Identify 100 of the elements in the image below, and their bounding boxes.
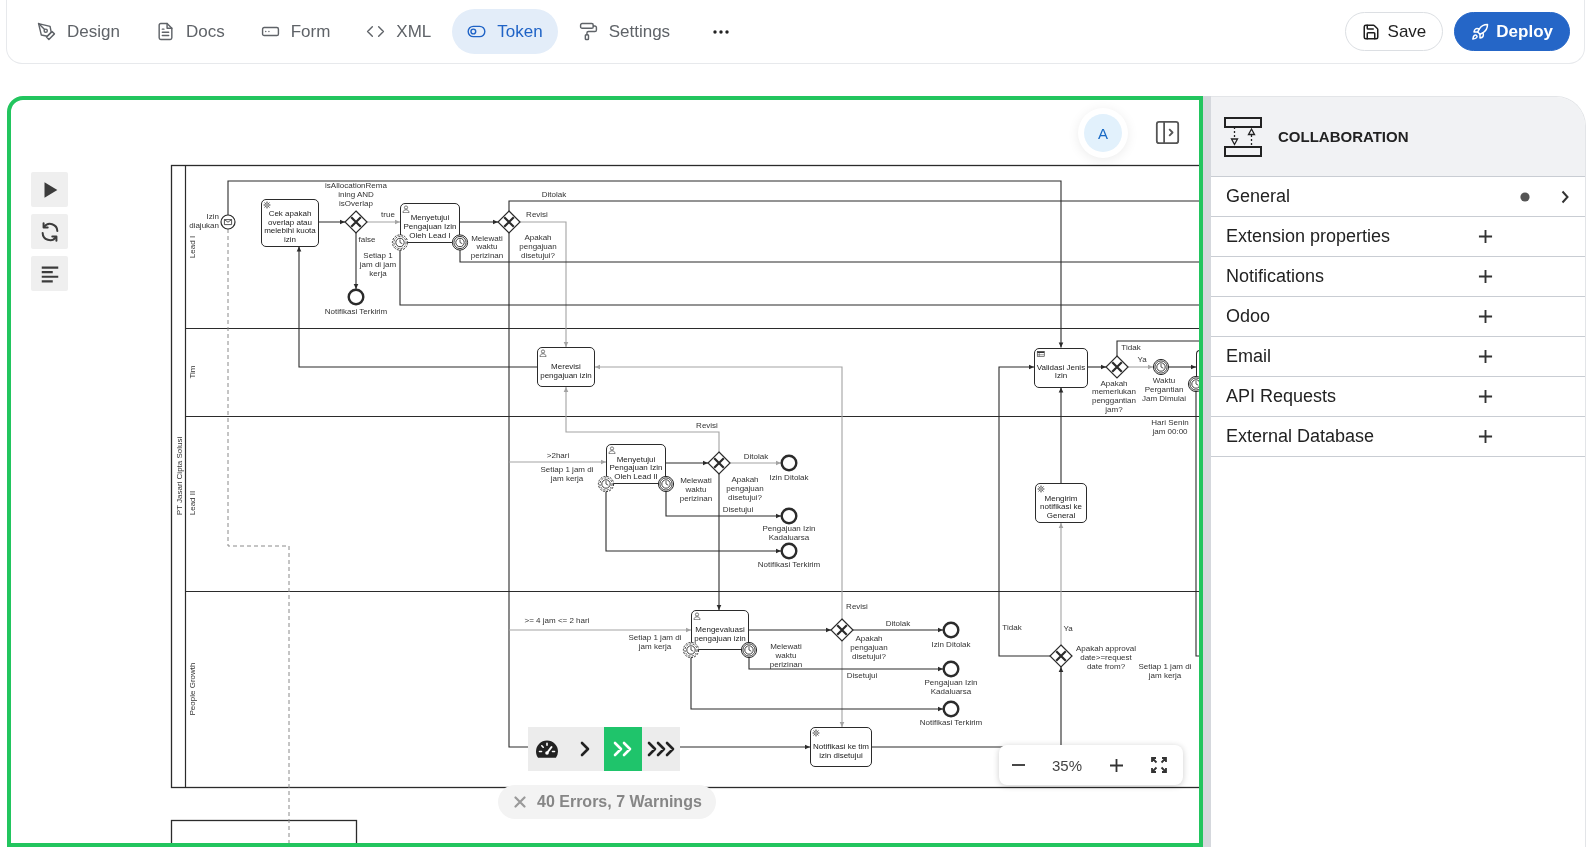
- task-label: Mengevaluasi pengajuan izin: [694, 625, 746, 643]
- flow-label: Ya: [1063, 624, 1073, 633]
- task-label: Validasi Jenis Izin: [1036, 362, 1086, 381]
- task-label: Cek apakah overlap atau melebihi kuota izin: [264, 208, 316, 245]
- gateway-label: Apakah memerlukan penggantian jam?: [1091, 378, 1136, 414]
- expand-icon: [1151, 757, 1167, 773]
- timer-event-icon: [1152, 358, 1170, 376]
- flow-label: Disetujui: [846, 671, 878, 680]
- tab[interactable]: Design: [22, 9, 135, 54]
- property-group[interactable]: Extension properties: [1211, 217, 1585, 257]
- rocket-icon: [1471, 22, 1490, 41]
- flow-label: >= 4 jam <= 2 hari: [524, 616, 590, 625]
- event-label: Pengajuan Izin Kadaluarsa: [762, 524, 816, 542]
- minus-icon: [1011, 764, 1025, 766]
- task-label: Menyetujui Pengajuan Izin Oleh Lead I: [403, 213, 457, 240]
- property-group[interactable]: External Database: [1211, 417, 1585, 457]
- event-label: Melewati waktu perizinan: [679, 476, 713, 503]
- close-icon: [514, 796, 526, 808]
- panel-toggle-button[interactable]: [1154, 119, 1181, 146]
- event-label: Izin Ditolak: [769, 473, 809, 482]
- event-label: Melewati waktu perizinan: [470, 233, 504, 261]
- task-label: Mengirim notifikasi ke General: [1040, 493, 1082, 521]
- event-label: Izin diajukan: [189, 212, 219, 230]
- tab[interactable]: Token: [452, 9, 558, 54]
- event-label: Hari Senin jam 00:00: [1151, 418, 1189, 436]
- property-group[interactable]: Email: [1211, 337, 1585, 377]
- plus-icon: [1477, 269, 1493, 284]
- property-group[interactable]: API Requests: [1211, 377, 1585, 417]
- flow-label: Ya: [1137, 355, 1147, 364]
- tab[interactable]: Docs: [140, 9, 240, 54]
- tab[interactable]: XML: [351, 9, 447, 54]
- end-event-icon: [942, 660, 960, 678]
- run-button[interactable]: [31, 172, 68, 207]
- document-icon: [155, 22, 175, 41]
- gateway-label: Apakah pengajuan disetujui?: [850, 634, 888, 661]
- chevron-right-icon: [1561, 189, 1569, 204]
- deploy-button[interactable]: Deploy: [1454, 12, 1570, 51]
- sidebar-icon: [1154, 119, 1181, 146]
- event-label: Setiap 1 jam di jam kerja: [359, 251, 397, 278]
- flow-label: false: [358, 235, 376, 244]
- flow-label: Disetujui: [722, 504, 754, 514]
- property-group[interactable]: General: [1211, 177, 1585, 217]
- event-label: Setiap 1 jam di jam kerja: [628, 633, 682, 651]
- end-event-icon: [780, 507, 798, 525]
- save-icon: [1361, 22, 1380, 41]
- zoom-level: 35%: [1051, 756, 1083, 774]
- plus-icon: [1477, 429, 1493, 444]
- task-label: Menyetujui Pengajuan Izin Oleh Lead II: [609, 454, 663, 482]
- flow-label: >2hari: [546, 451, 570, 460]
- gateway-label: Apakah pengajuan disetujui?: [726, 475, 764, 502]
- event-label: Melewati waktu perizinan: [769, 642, 803, 669]
- panel-title: COLLABORATION: [1278, 128, 1409, 145]
- collaboration-icon: [1224, 116, 1262, 157]
- task-label: Notifikasi ke tim izin disetujui: [813, 742, 869, 760]
- pool-label: PT Jasari Cipta Solusi: [174, 436, 183, 516]
- property-group[interactable]: Odoo: [1211, 297, 1585, 337]
- flow-label: Tidak: [1002, 623, 1022, 632]
- plus-icon: [1477, 229, 1493, 244]
- tab[interactable]: Settings: [563, 9, 686, 54]
- end-event-icon: [942, 700, 960, 718]
- event-label: Notifikasi Terkirim: [757, 560, 821, 569]
- flow-label: Setiap 1 jam di jam kerja: [1138, 662, 1192, 680]
- end-event-icon: [780, 542, 798, 560]
- save-button[interactable]: Save: [1344, 12, 1444, 51]
- layout-button[interactable]: [31, 256, 68, 291]
- event-label: Notifikasi Terkirim: [324, 307, 388, 316]
- gateway-label: Apakah approval date>=request date from?: [1075, 644, 1136, 671]
- exclusive-gateway-icon: [1049, 644, 1073, 668]
- event-label: Izin Ditolak: [931, 640, 971, 649]
- lane-label: Lead I: [187, 235, 197, 259]
- plus-icon: [1109, 758, 1123, 772]
- exclusive-gateway-icon: [1105, 355, 1129, 379]
- lane-label: People Growth: [187, 662, 197, 716]
- plus-icon: [1477, 349, 1493, 364]
- paint-roller-icon: [578, 22, 598, 41]
- end-event-icon: [347, 288, 365, 306]
- exclusive-gateway-icon: [707, 451, 731, 475]
- flow-label: Ditolak: [885, 619, 911, 628]
- exclusive-gateway-icon: [830, 618, 854, 642]
- event-label: Pengajuan Izin Kadaluarsa: [924, 678, 978, 696]
- reset-button[interactable]: [31, 214, 68, 249]
- plus-icon: [1477, 309, 1493, 324]
- sequence-flow-arrow: [1168, 364, 1197, 370]
- flow-label: Revisi: [526, 210, 548, 219]
- property-group[interactable]: Notifications: [1211, 257, 1585, 297]
- flow-label: Revisi: [696, 421, 718, 430]
- tab[interactable]: Form: [245, 9, 346, 54]
- flow-label: Ditolak: [541, 189, 567, 199]
- event-label: Waktu Pergantian Jam Dimulai: [1142, 376, 1186, 403]
- flow-label: Revisi: [846, 602, 868, 611]
- lane-label: Lead II: [187, 490, 197, 516]
- speedometer-icon: [535, 739, 559, 759]
- exclusive-gateway-icon: [344, 210, 368, 234]
- more-icon: [713, 29, 730, 34]
- flow-label: true: [381, 210, 395, 219]
- flow-label: Ditolak: [743, 452, 769, 461]
- exclusive-gateway-icon: [497, 210, 521, 234]
- end-event-icon: [780, 454, 798, 472]
- sequence-flow-arrow: [1127, 364, 1154, 370]
- gateway-label: Apakah pengajuan disetujui?: [519, 233, 557, 260]
